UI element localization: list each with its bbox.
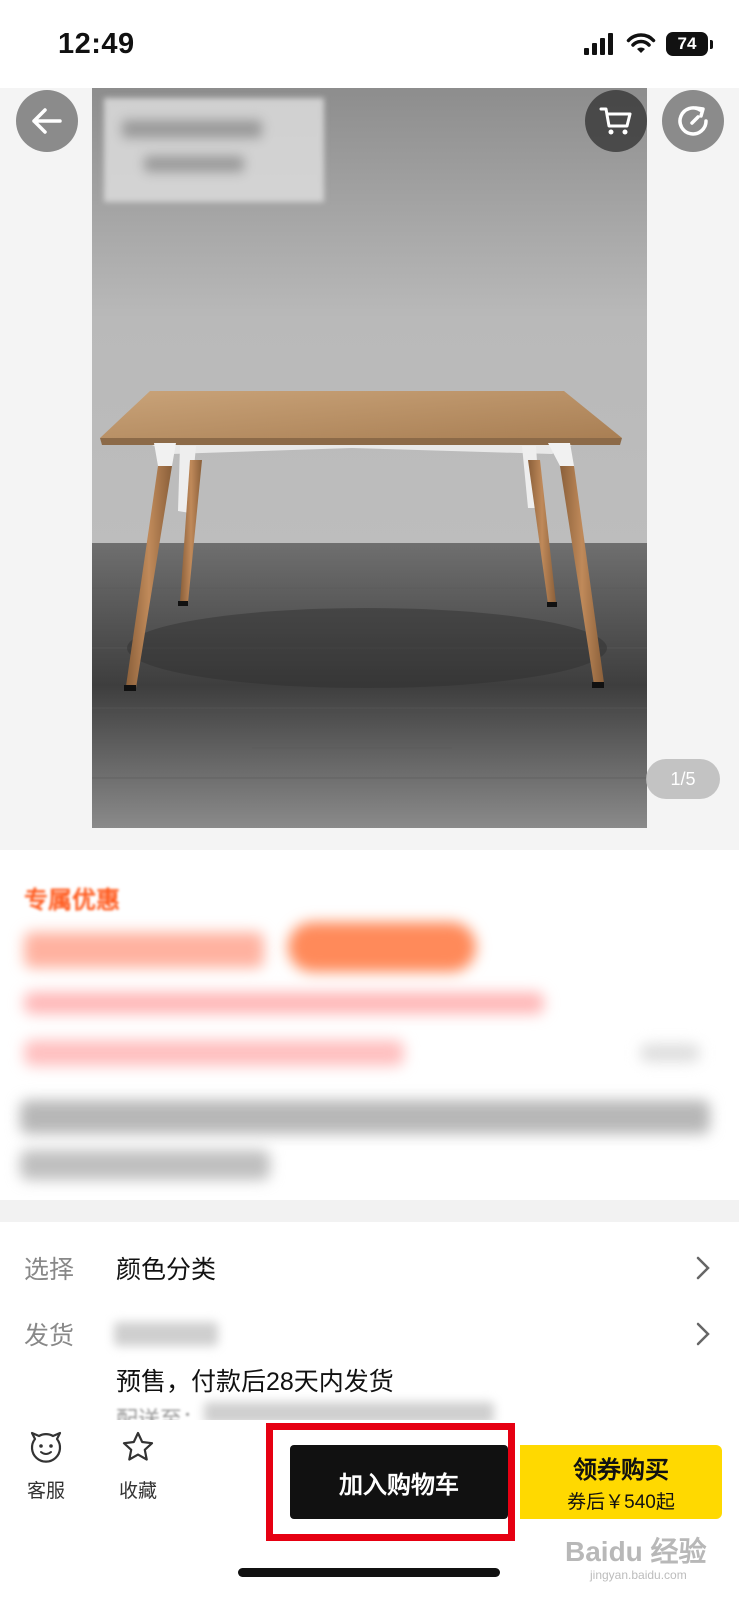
blurred-logo [104, 98, 324, 202]
coupon-buy-button[interactable]: 领券购买 券后￥540起 [520, 1445, 722, 1519]
highlight-annotation-box [266, 1423, 515, 1541]
signal-icon [584, 33, 613, 55]
status-icons: 74 [584, 32, 713, 56]
blurred-promo-line-2 [24, 1040, 404, 1066]
back-button[interactable] [16, 90, 78, 152]
status-bar: 12:49 74 [0, 0, 739, 88]
promo-section[interactable]: 专属优惠 [0, 850, 739, 1200]
battery-cap [710, 39, 713, 49]
option-label-select: 选择 [24, 1256, 75, 1284]
options-section: 选择 颜色分类 发货 预售，付款后28天内发货 配送至： [0, 1222, 739, 1440]
page-indicator: 1/5 [646, 759, 720, 799]
refresh-icon [678, 106, 708, 136]
blurred-coupon-pill [288, 922, 476, 972]
service-button[interactable]: 客服 [16, 1430, 76, 1503]
blurred-promo-more [640, 1044, 700, 1062]
service-label: 客服 [26, 1481, 65, 1502]
blurred-ship-origin [114, 1322, 218, 1346]
promo-title: 专属优惠 [24, 887, 120, 914]
star-icon [122, 1431, 154, 1461]
cart-button[interactable] [585, 90, 647, 152]
wifi-icon [626, 33, 656, 53]
blurred-product-title [20, 1100, 710, 1134]
cart-icon [599, 107, 632, 135]
chevron-right-icon [696, 1322, 710, 1346]
buy-price-after-coupon: 券后￥540起 [567, 1492, 675, 1513]
blurred-product-title-2 [20, 1150, 270, 1180]
blurred-price [24, 932, 264, 968]
back-arrow-icon [32, 108, 62, 134]
chevron-right-icon [696, 1256, 710, 1280]
battery-indicator: 74 [666, 32, 708, 56]
option-value-color: 颜色分类 [116, 1256, 217, 1284]
favorite-label: 收藏 [118, 1481, 157, 1502]
watermark-sub: jingyan.baidu.com [590, 1568, 687, 1582]
buy-label: 领券购买 [573, 1457, 669, 1484]
service-face-icon [30, 1431, 62, 1463]
refresh-button[interactable] [662, 90, 724, 152]
favorite-button[interactable]: 收藏 [108, 1430, 168, 1503]
status-time: 12:49 [58, 28, 135, 60]
watermark: Baidu 经验 [565, 1536, 707, 1567]
product-gallery[interactable]: 1/5 [0, 88, 739, 850]
option-label-shipping: 发货 [24, 1322, 75, 1350]
shipping-detail: 预售，付款后28天内发货 [116, 1368, 394, 1396]
section-divider [0, 1200, 739, 1222]
home-indicator[interactable] [238, 1568, 500, 1577]
blurred-promo-line [24, 992, 544, 1014]
